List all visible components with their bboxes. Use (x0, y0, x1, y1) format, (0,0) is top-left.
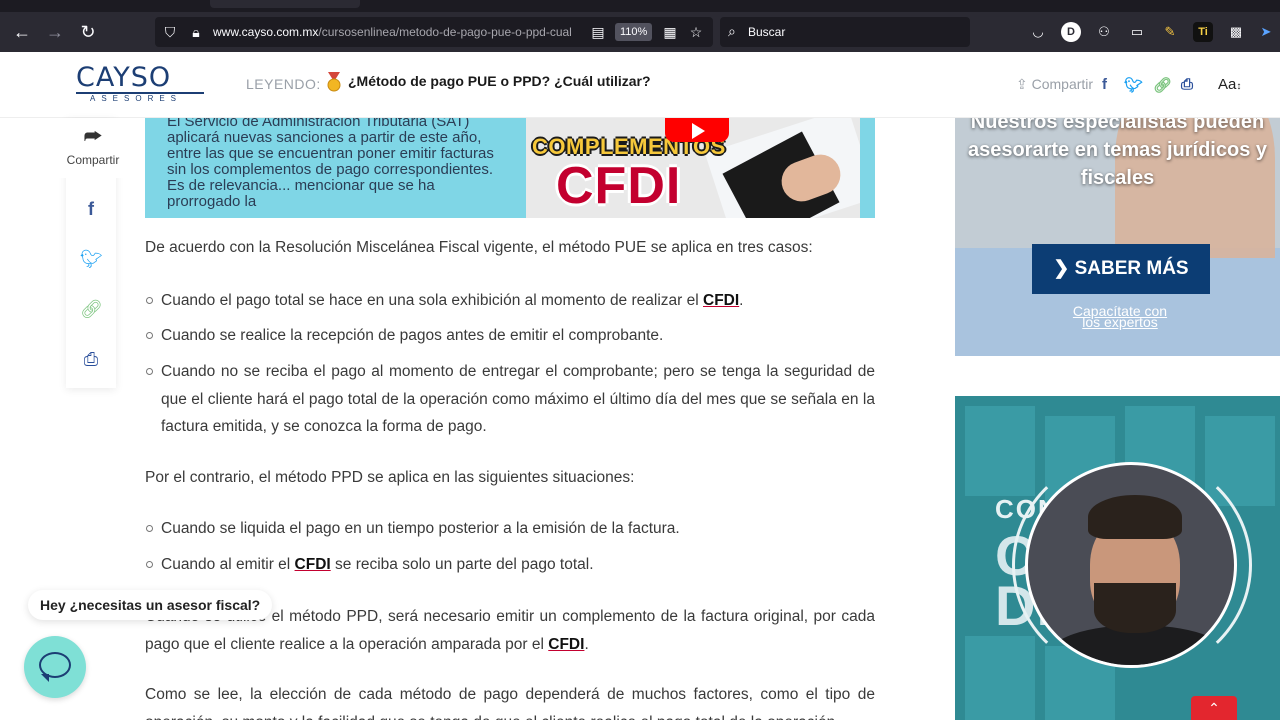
pue-item-1-text: Cuando el pago total se hace en una sola… (161, 292, 703, 309)
ppd-item-2-text: Cuando al emitir el (161, 556, 295, 573)
ad-specialists[interactable]: Nuestros especialistas pueden asesorarte… (955, 118, 1280, 356)
url-bar[interactable]: ⛉ 🔒︎ www.cayso.com.mx/cursosenlinea/meto… (155, 17, 713, 47)
bullet-icon (146, 297, 153, 304)
rail-facebook-icon[interactable]: f (80, 198, 102, 220)
font-size-toggle[interactable]: Aa↕ (1218, 76, 1241, 93)
pue-item-3-text: Cuando no se reciba el pago al momento d… (161, 363, 875, 435)
send-icon[interactable]: ➤ (1256, 22, 1276, 42)
grid-icon[interactable]: ▦ (661, 23, 679, 41)
saber-mas-label: SABER MÁS (1074, 258, 1189, 279)
cfdi-link[interactable]: CFDI (548, 636, 584, 653)
medal-icon (327, 72, 341, 92)
rail-share-label: Compartir (66, 153, 120, 167)
ad-caption-link[interactable]: Capacítate con los expertos (1065, 304, 1175, 329)
screen-icon[interactable]: ▭ (1127, 22, 1147, 42)
scroll-to-top-button[interactable]: ⌃ (1191, 696, 1237, 720)
chat-bubble-tail (41, 674, 49, 682)
pocket-icon[interactable]: ◡ (1028, 22, 1048, 42)
bullet-icon (146, 561, 153, 568)
bullet-icon (146, 368, 153, 375)
share-arrow-icon: ⮫ (83, 126, 103, 148)
search-placeholder: Buscar (748, 25, 786, 39)
ppd-item-1-text: Cuando se liquida el pago en un tiempo p… (161, 520, 680, 537)
pue-item-1-end: . (739, 292, 744, 309)
presenter-beard (1094, 583, 1176, 633)
rail-share-button[interactable]: ⮫ Compartir (58, 118, 128, 178)
reader-view-icon[interactable]: ▤ (589, 23, 607, 41)
browser-tab-strip (0, 0, 1280, 12)
bullet-icon (146, 332, 153, 339)
site-header: CAYSO ASESORES LEYENDO: ¿Método de pago … (0, 52, 1280, 118)
youtube-play-icon[interactable] (665, 118, 729, 142)
article-title: ¿Método de pago PUE o PPD? ¿Cuál utiliza… (348, 73, 651, 89)
back-icon[interactable]: ← (10, 20, 34, 44)
cfdi-link[interactable]: CFDI (703, 292, 739, 309)
extension-leaf-icon[interactable]: ✎ (1160, 22, 1180, 42)
presenter-hair (1088, 495, 1182, 539)
saber-mas-button[interactable]: ❯ SABER MÁS (1032, 244, 1210, 294)
extensions-grid-icon[interactable]: ▩ (1226, 22, 1246, 42)
facebook-icon[interactable]: f (1102, 76, 1107, 93)
header-share-button[interactable]: ⇪ Compartir (1016, 76, 1093, 93)
logo-tagline: ASESORES (76, 92, 204, 104)
rail-print-icon[interactable]: ⎙ (80, 348, 102, 370)
copy-link-icon[interactable]: 🔗︎ (1153, 76, 1172, 94)
extension-ti-icon[interactable]: Ti (1193, 22, 1213, 42)
reload-icon[interactable]: ↻ (76, 20, 100, 44)
pue-item-2-text: Cuando se realice la recepción de pagos … (161, 327, 664, 344)
chat-prompt-text: Hey ¿necesitas un asesor fiscal? (40, 597, 261, 613)
font-size-arrows-icon: ↕ (1236, 81, 1242, 92)
pue-item-1: Cuando el pago total se hace en una sola… (145, 287, 875, 315)
print-icon[interactable]: ⎙ (1181, 76, 1193, 93)
chevron-right-icon: ❯ (1053, 258, 1075, 279)
font-size-label: Aa (1218, 76, 1237, 93)
ad-headline: Nuestros especialistas pueden asesorarte… (967, 118, 1268, 189)
zoom-level[interactable]: 110% (615, 23, 653, 41)
article-banner: El Servicio de Administración Tributaria… (145, 118, 875, 218)
ppd-item-2-end: se reciba solo un parte del pago total. (330, 556, 594, 573)
video-thumbnail[interactable]: COMPLEMENTOS CFDI (526, 118, 860, 218)
cayso-logo[interactable]: CAYSO ASESORES (76, 64, 206, 104)
banner-text: El Servicio de Administración Tributaria… (167, 118, 494, 210)
shield-icon[interactable]: ⛉ (161, 23, 179, 41)
paragraph-complemento-end: . (584, 635, 589, 653)
ppd-item-2: Cuando al emitir el CFDI se reciba solo … (145, 551, 875, 579)
presenter-video[interactable] (1025, 462, 1237, 668)
forward-icon[interactable]: → (43, 20, 67, 44)
search-icon: ⌕ (728, 23, 736, 39)
ppd-item-1: Cuando se liquida el pago en un tiempo p… (145, 515, 875, 543)
bullet-icon (146, 525, 153, 532)
url-text[interactable]: www.cayso.com.mx/cursosenlinea/metodo-de… (213, 25, 575, 39)
pue-item-2: Cuando se realice la recepción de pagos … (145, 322, 875, 350)
pue-item-3: Cuando no se reciba el pago al momento d… (145, 358, 875, 441)
paragraph-conclusion: Como se lee, la elección de cada método … (145, 686, 875, 720)
header-share-label: Compartir (1031, 76, 1094, 92)
ad-tile (965, 636, 1035, 720)
bookmark-star-icon[interactable]: ☆ (687, 23, 705, 41)
cfdi-link[interactable]: CFDI (295, 556, 331, 573)
rail-twitter-icon[interactable]: 🐦︎ (80, 248, 103, 270)
chat-button[interactable] (24, 636, 86, 698)
lock-icon[interactable]: 🔒︎ (187, 23, 205, 41)
twitter-icon[interactable]: 🐦︎ (1124, 76, 1143, 94)
rail-link-icon[interactable]: 🔗︎ (80, 298, 103, 320)
ad-tile (965, 406, 1035, 496)
chat-prompt[interactable]: Hey ¿necesitas un asesor fiscal? (28, 590, 272, 620)
accounts-icon[interactable]: ⚇ (1094, 22, 1114, 42)
thumbnail-title-2: CFDI (556, 157, 682, 215)
paragraph-intro: De acuerdo con la Resolución Miscelánea … (145, 239, 813, 256)
chevron-up-icon: ⌃ (1208, 700, 1220, 716)
paragraph-ppd: Por el contrario, el método PPD se aplic… (145, 469, 635, 486)
active-tab[interactable] (210, 0, 360, 8)
logo-wordmark: CAYSO (76, 62, 172, 93)
browser-toolbar: ← → ↻ ⛉ 🔒︎ www.cayso.com.mx/cursosenline… (0, 12, 1280, 52)
reading-label: LEYENDO: (246, 76, 321, 92)
extension-d-icon[interactable]: D (1061, 22, 1081, 42)
search-box[interactable]: ⌕ Buscar (720, 17, 970, 47)
